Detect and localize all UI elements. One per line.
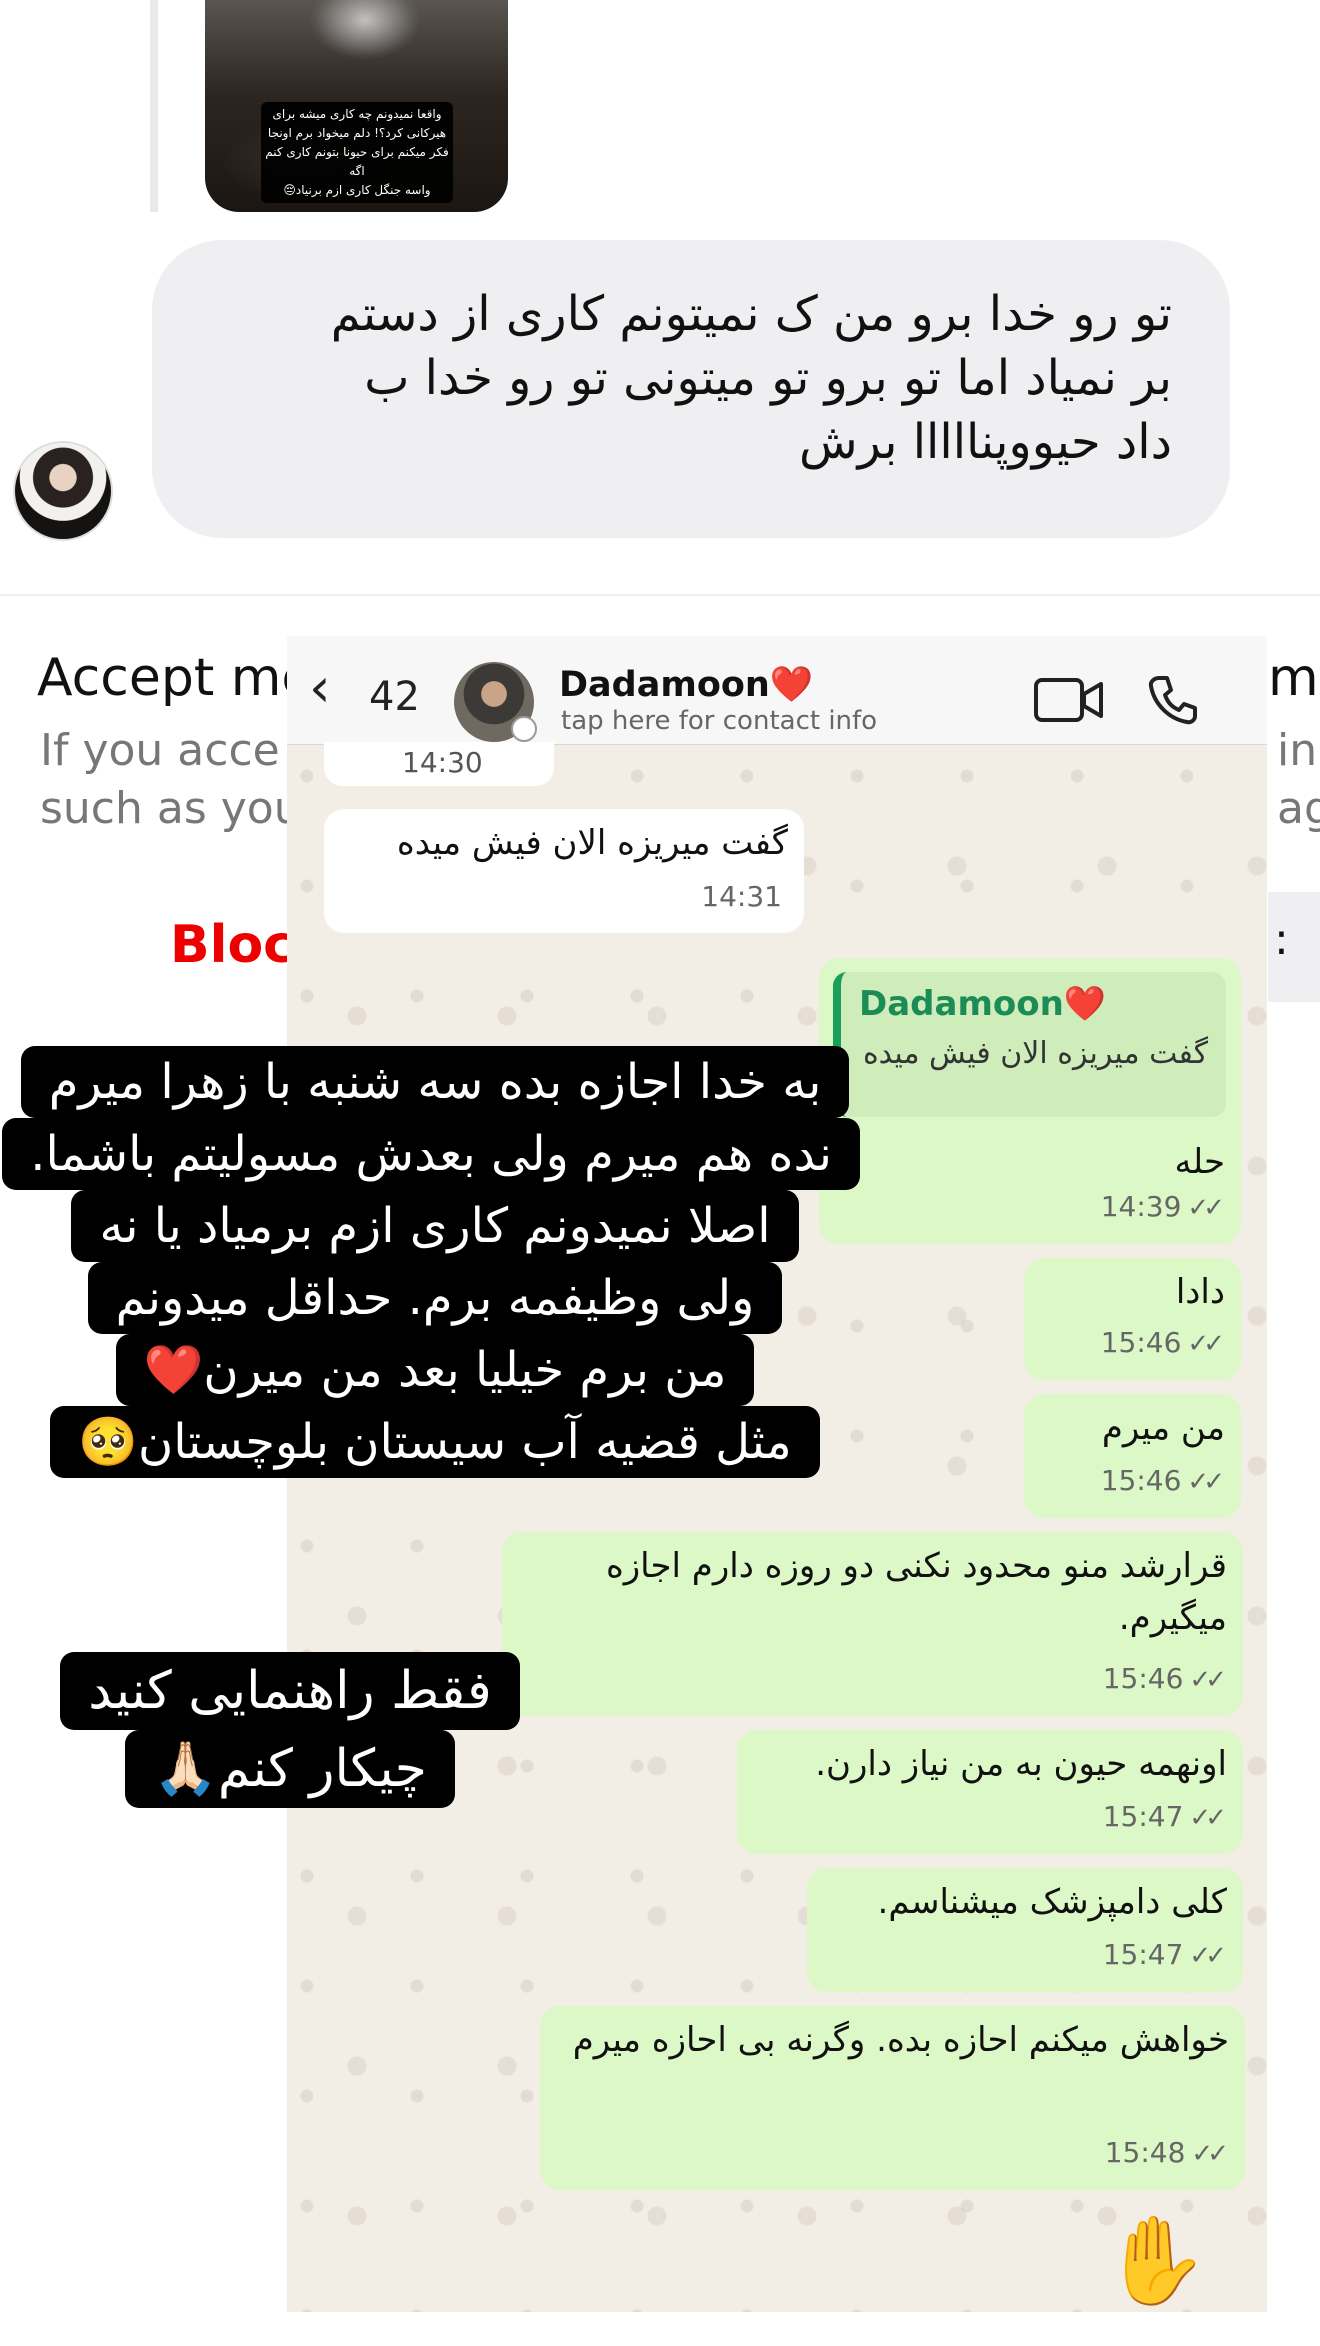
accept-message-title-tail: me bbox=[1268, 648, 1320, 708]
hand-emoji: ✋ bbox=[1102, 2211, 1210, 2311]
message-meta: 15:46 ✓✓ bbox=[1100, 1317, 1225, 1370]
overlay-line: چیکار کنم🙏🏻 bbox=[125, 1730, 455, 1808]
outgoing-message[interactable]: خواهش میکنم احازه بده. وگرنه بی احازه می… bbox=[540, 2006, 1245, 2190]
outgoing-message[interactable]: من میرم 15:46 ✓✓ bbox=[1024, 1394, 1241, 1518]
message-text: کلی دامپزشک میشناسم. bbox=[877, 1882, 1227, 1922]
chevron-left-icon[interactable]: ‹ bbox=[309, 658, 331, 718]
overlay-line: فقط راهنمایی کنید bbox=[60, 1652, 520, 1730]
outgoing-message[interactable]: کلی دامپزشک میشناسم. 15:47 ✓✓ bbox=[807, 1868, 1243, 1992]
double-check-icon: ✓✓ bbox=[1187, 1329, 1224, 1359]
overlay-line: نده هم میرم ولی بعدش مسولیتم باشما. bbox=[2, 1118, 860, 1190]
quoted-message[interactable]: Dadamoon❤️ گفت میریزه الان فیش میده bbox=[833, 972, 1226, 1117]
message-time: 14:39 bbox=[1100, 1190, 1182, 1223]
double-check-icon: ✓✓ bbox=[1187, 1193, 1224, 1223]
quoted-text: گفت میریزه الان فیش میده bbox=[862, 1036, 1208, 1071]
double-check-icon: ✓✓ bbox=[1187, 1467, 1224, 1497]
message-meta: 15:47 ✓✓ bbox=[1102, 1929, 1227, 1982]
accept-message-title: Accept me bbox=[37, 648, 314, 708]
message-text: گفت میریزه الان فیش میده bbox=[396, 823, 788, 863]
sender-avatar[interactable] bbox=[15, 443, 111, 539]
caption-line: هیرکانی کرد؟! دلم میخواد برم اونجا bbox=[267, 126, 447, 140]
outgoing-message[interactable]: دادا 15:46 ✓✓ bbox=[1024, 1258, 1241, 1380]
message-meta: 15:47 ✓✓ bbox=[1102, 1791, 1227, 1844]
message-time: 15:47 bbox=[1102, 1938, 1184, 1971]
message-time: 15:46 bbox=[1102, 1662, 1184, 1695]
message-time: 15:46 bbox=[1100, 1464, 1182, 1497]
message-time: 15:46 bbox=[1100, 1326, 1182, 1359]
message-text: دادا bbox=[1175, 1272, 1225, 1312]
message-meta: 15:46 ✓✓ bbox=[1102, 1653, 1227, 1706]
message-time: 15:47 bbox=[1102, 1800, 1184, 1833]
double-check-icon: ✓✓ bbox=[1189, 1803, 1226, 1833]
shared-story-image[interactable]: واقعا نمیدونم چه کاری میشه برای هیرکانی … bbox=[205, 0, 508, 212]
message-bubble[interactable]: تو رو خدا برو من ک نمیتونم کاری از دستم … bbox=[152, 240, 1230, 538]
partial-message: 14:30 bbox=[324, 742, 554, 786]
divider bbox=[0, 594, 1320, 596]
double-check-icon: ✓✓ bbox=[1189, 1665, 1226, 1695]
status-ring-icon bbox=[511, 716, 537, 742]
back-unread-count[interactable]: 42 bbox=[369, 674, 420, 720]
message-time: 15:48 bbox=[1104, 2136, 1186, 2169]
double-check-icon: ✓✓ bbox=[1191, 2139, 1228, 2169]
outgoing-message[interactable]: اونهمه حیون به من نیاز دارن. 15:47 ✓✓ bbox=[737, 1730, 1243, 1854]
overlay-line: اصلا نمیدونم کاری ازم برمیاد یا نه bbox=[71, 1190, 799, 1262]
phone-icon[interactable] bbox=[1145, 672, 1201, 728]
outgoing-message[interactable]: قرارشد منو محدود نکنی دو روزه دارم اجازه… bbox=[502, 1532, 1243, 1716]
contact-name[interactable]: Dadamoon❤️ bbox=[559, 664, 813, 705]
caption-line: فکر میکنم برای حیونا بتونم کاری کنم اگه bbox=[265, 145, 449, 178]
double-check-icon: ✓✓ bbox=[1189, 1941, 1226, 1971]
overlay-line: ولی وظیفمه برم. حداقل میدونم bbox=[87, 1262, 783, 1334]
message-text: اونهمه حیون به من نیاز دارن. bbox=[815, 1744, 1227, 1784]
quoted-sender: Dadamoon❤️ bbox=[859, 984, 1107, 1024]
message-time: 14:31 bbox=[701, 880, 782, 913]
caption-line: واسه جنگل کاری ازم برنیاد😔 bbox=[283, 183, 431, 197]
story-text-overlay[interactable]: به خدا اجازه بده سه شنبه با زهرا میرم ند… bbox=[2, 1046, 860, 1478]
overlay-line: من برم خیلیا بعد من میرن❤️ bbox=[115, 1334, 755, 1406]
message-meta: 15:46 ✓✓ bbox=[1100, 1455, 1225, 1508]
message-text: خواهش میکنم احازه بده. وگرنه بی احازه می… bbox=[572, 2020, 1229, 2060]
message-time: 14:30 bbox=[402, 746, 483, 779]
reply-thread-line bbox=[150, 0, 158, 212]
message-text: من میرم bbox=[1101, 1408, 1225, 1448]
message-meta: 15:48 ✓✓ bbox=[1104, 2127, 1229, 2180]
overlay-line: مثل قضیه آب سیستان بلوچستان🥺 bbox=[50, 1406, 820, 1478]
contact-info-hint[interactable]: tap here for contact info bbox=[561, 706, 877, 736]
more-button-label: : bbox=[1274, 914, 1289, 965]
shared-image-caption: واقعا نمیدونم چه کاری میشه برای هیرکانی … bbox=[261, 102, 453, 203]
chat-header: ‹ 42 Dadamoon❤️ tap here for contact inf… bbox=[287, 636, 1267, 745]
message-line: تو رو خدا برو من ک نمیتونم کاری از دستم bbox=[330, 286, 1172, 342]
message-line: داد حیووپنااااا برش bbox=[799, 414, 1172, 470]
incoming-message[interactable]: گفت میریزه الان فیش میده 14:31 bbox=[324, 809, 804, 933]
message-line: بر نمیاد اما تو برو تو میتونی تو رو خدا … bbox=[364, 350, 1172, 406]
message-text: قرارشد منو محدود نکنی دو روزه دارم اجازه… bbox=[605, 1546, 1227, 1638]
more-button[interactable]: : bbox=[1268, 892, 1320, 1002]
accept-message-description: If you acce such as you bbox=[40, 725, 302, 834]
story-text-overlay-question[interactable]: فقط راهنمایی کنید چیکار کنم🙏🏻 bbox=[60, 1652, 520, 1808]
video-call-icon[interactable] bbox=[1033, 676, 1105, 724]
caption-line: واقعا نمیدونم چه کاری میشه برای bbox=[272, 107, 442, 121]
message-meta: 14:39 ✓✓ bbox=[1100, 1181, 1225, 1234]
overlay-line: به خدا اجازه بده سه شنبه با زهرا میرم bbox=[20, 1046, 850, 1118]
accept-message-description-tail: in ag bbox=[1277, 725, 1320, 834]
